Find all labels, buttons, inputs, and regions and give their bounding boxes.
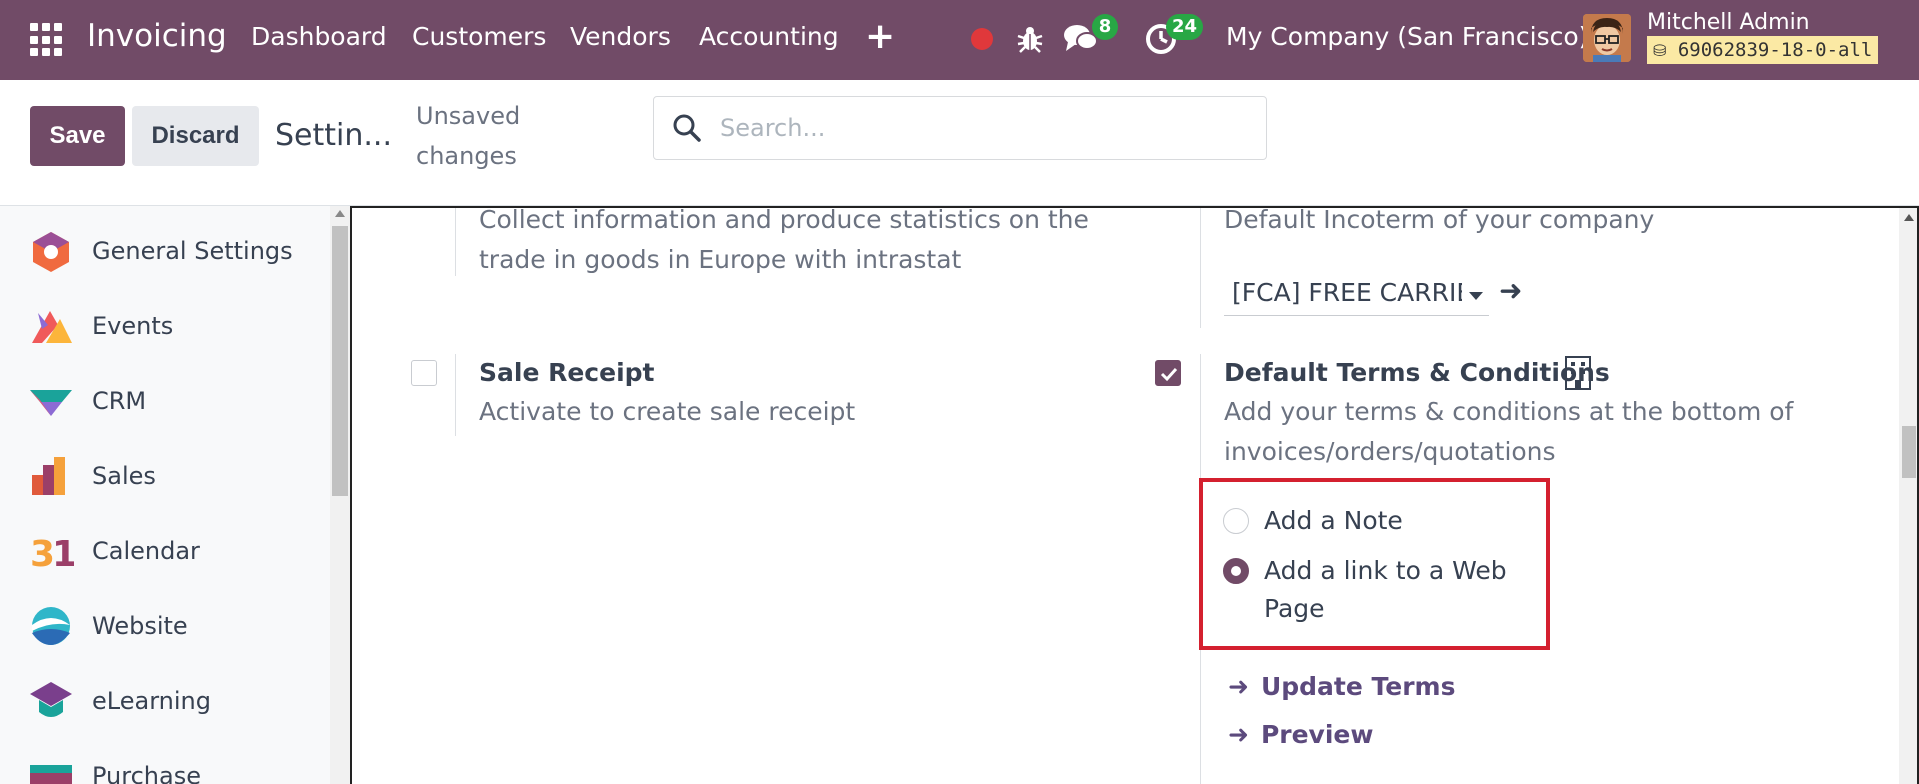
sidebar-label: General Settings [92,237,293,265]
apps-menu-icon[interactable] [30,23,64,57]
divider [1200,208,1201,328]
preview-button[interactable]: ➜ Preview [1228,720,1373,749]
terms-checkbox[interactable] [1155,360,1181,386]
unsaved-changes-label: Unsaved changes [416,102,521,170]
sidebar-item-elearning[interactable]: eLearning [0,671,330,731]
breadcrumb: Settin... [275,118,392,153]
sidebar-item-website[interactable]: Website [0,596,330,656]
database-icon: ⛁ [1653,41,1667,60]
sidebar-item-general-settings[interactable]: General Settings [0,221,330,281]
discard-button[interactable]: Discard [132,106,259,166]
sidebar-label: Sales [92,462,156,490]
events-icon [32,311,72,343]
search-icon [673,114,701,142]
radio-add-link[interactable] [1223,558,1249,584]
avatar[interactable] [1583,14,1631,62]
building-icon [1565,356,1591,390]
arrow-right-icon[interactable]: ➜ [1499,274,1522,307]
menu-customers[interactable]: Customers [412,22,546,51]
svg-text:1: 1 [52,534,74,572]
incoterm-select[interactable]: [FCA] FREE CARRIER [1224,272,1489,316]
sidebar-label: Calendar [92,537,200,565]
record-icon[interactable] [971,28,993,50]
sale-receipt-title: Sale Receipt [479,358,655,387]
chevron-down-icon [1469,292,1483,300]
radio-label-add-link[interactable]: Add a link to a Web Page [1264,552,1534,628]
content-scrollbar[interactable] [1899,208,1917,784]
sidebar-item-events[interactable]: Events [0,296,330,356]
sidebar-scroll-thumb[interactable] [332,226,348,496]
incoterm-description: Default Incoterm of your company [1224,206,1655,234]
app-name[interactable]: Invoicing [87,18,227,54]
radio-add-note[interactable] [1223,508,1249,534]
sidebar-item-crm[interactable]: CRM [0,371,330,431]
sidebar-label: Events [92,312,174,340]
sidebar-label: CRM [92,387,147,415]
scroll-up-icon[interactable] [335,210,345,217]
user-name[interactable]: Mitchell Admin [1647,10,1810,35]
search-input[interactable] [720,97,1250,159]
sidebar-scrollbar[interactable] [330,206,350,784]
crm-icon [30,390,72,416]
arrow-right-icon: ➜ [1228,672,1249,701]
database-name: 69062839-18-0-all [1677,39,1873,61]
sidebar-label: eLearning [92,687,211,715]
divider [455,208,456,276]
general-settings-icon [33,232,69,272]
scroll-up-icon[interactable] [1904,214,1914,221]
sidebar-item-sales[interactable]: Sales [0,446,330,506]
top-navbar: Invoicing Dashboard Customers Vendors Ac… [0,0,1919,80]
website-icon [32,607,70,645]
menu-vendors[interactable]: Vendors [570,22,671,51]
update-terms-label: Update Terms [1260,672,1456,701]
settings-sidebar: General Settings Events CRM Sales 3 1 Ca… [0,206,350,784]
incoterm-value: [FCA] FREE CARRIER [1232,278,1462,307]
sidebar-item-calendar[interactable]: 3 1 Calendar [0,521,330,581]
update-terms-button[interactable]: ➜ Update Terms [1228,672,1455,701]
sale-receipt-description: Activate to create sale receipt [479,397,856,426]
menu-dashboard[interactable]: Dashboard [251,22,387,51]
sidebar-label: Purchase [92,762,201,784]
activity-count-badge: 24 [1166,14,1204,40]
control-panel: Save Discard Settin... Unsaved changes [0,80,1919,206]
menu-accounting[interactable]: Accounting [699,22,839,51]
terms-description: Add your terms & conditions at the botto… [1224,397,1794,466]
content-scroll-thumb[interactable] [1902,426,1916,478]
divider [455,354,456,436]
calendar-icon: 3 1 [30,534,74,572]
sidebar-label: Website [92,612,188,640]
chat-count-badge: 8 [1092,14,1118,40]
elearning-icon [30,682,72,717]
company-switcher[interactable]: My Company (San Francisco) [1226,22,1588,51]
purchase-icon [30,765,72,784]
sale-receipt-checkbox[interactable] [411,360,437,386]
preview-label: Preview [1260,720,1374,749]
settings-content: Collect information and produce statisti… [350,206,1919,784]
save-button[interactable]: Save [30,106,125,166]
check-icon [1160,367,1178,382]
plus-icon[interactable]: + [865,16,895,57]
search-box[interactable] [653,96,1267,160]
intrastat-description: Collect information and produce statisti… [479,206,1089,274]
database-tag: ⛁ 69062839-18-0-all [1647,36,1879,64]
arrow-right-icon: ➜ [1228,720,1249,749]
bug-icon[interactable] [1016,24,1044,54]
terms-title: Default Terms & Conditions [1224,358,1610,387]
sidebar-item-purchase[interactable]: Purchase [0,746,330,784]
sales-icon [32,457,65,495]
radio-label-add-note[interactable]: Add a Note [1264,502,1544,540]
